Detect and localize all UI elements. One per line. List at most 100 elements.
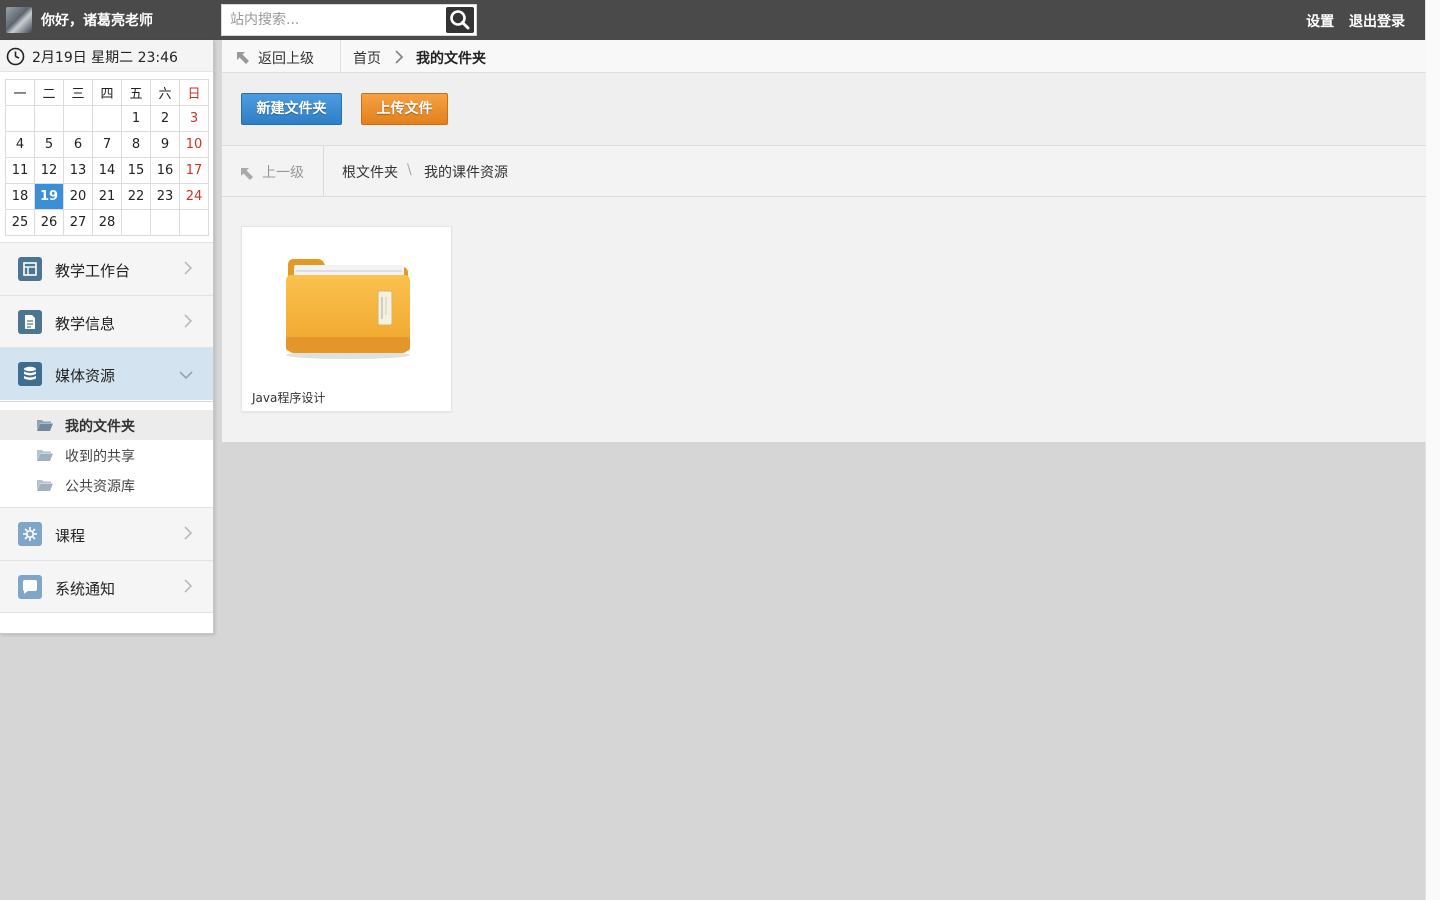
chevron-right-icon (184, 579, 193, 593)
date-text: 2月19日 星期二 23:46 (32, 50, 178, 66)
calendar-day (92, 105, 122, 132)
submenu-item-my-folders[interactable]: 我的文件夹 (0, 410, 213, 440)
submenu-item-label: 我的文件夹 (65, 419, 135, 435)
calendar-day[interactable]: 6 (63, 131, 93, 158)
chevron-right-icon (184, 314, 193, 328)
sidebar-item-teaching-info[interactable]: 教学信息 (0, 295, 213, 348)
calendar-day[interactable]: 3 (179, 105, 209, 132)
back-button[interactable]: 返回上级 (236, 48, 314, 68)
calendar-weekday: 一 (5, 79, 35, 106)
calendar-day[interactable]: 27 (63, 209, 93, 236)
settings-link[interactable]: 设置 (1306, 14, 1334, 30)
calendar-weekday: 五 (121, 79, 151, 106)
mini-calendar: 一 二 三 四 五 六 日 1 2 3 4 5 6 7 8 9 10 11 12… (5, 79, 209, 236)
calendar-day[interactable]: 10 (179, 131, 209, 158)
calendar-day[interactable]: 26 (34, 209, 64, 236)
divider (340, 40, 341, 72)
calendar-day (179, 209, 209, 236)
new-folder-button[interactable]: 新建文件夹 (241, 93, 342, 125)
date-row: 2月19日 星期二 23:46 (0, 40, 213, 72)
breadcrumb-home-link[interactable]: 首页 (353, 48, 381, 68)
calendar-day[interactable]: 13 (63, 157, 93, 184)
calendar-week-row: 11 12 13 14 15 16 17 (5, 157, 209, 184)
calendar-day[interactable]: 11 (5, 157, 35, 184)
submenu-item-received-shares[interactable]: 收到的共享 (0, 440, 213, 470)
arrow-up-left-icon (237, 52, 249, 64)
calendar-week-row: 25 26 27 28 (5, 209, 209, 236)
back-label: 返回上级 (258, 51, 314, 67)
sidebar-item-label: 教学工作台 (55, 262, 131, 280)
breadcrumb: 返回上级 首页 我的文件夹 (222, 40, 1426, 73)
clock-icon (6, 47, 25, 66)
sidebar-item-teaching-workbench[interactable]: 教学工作台 (0, 242, 213, 295)
calendar-weekday-row: 一 二 三 四 五 六 日 (5, 79, 209, 106)
folder-card[interactable]: Java程序设计 (241, 226, 452, 412)
calendar-day[interactable]: 8 (121, 131, 151, 158)
calendar-day[interactable]: 4 (5, 131, 35, 158)
calendar-day[interactable]: 12 (34, 157, 64, 184)
calendar-day[interactable]: 14 (92, 157, 122, 184)
calendar-day[interactable]: 28 (92, 209, 122, 236)
greeting-text: 你好，诸葛亮老师 (41, 13, 153, 29)
calendar-day[interactable]: 22 (121, 183, 151, 210)
sidebar-item-label: 课程 (55, 527, 86, 545)
calendar-weekday: 二 (34, 79, 64, 106)
search-input[interactable] (222, 5, 444, 35)
folder-open-icon (37, 420, 53, 431)
up-level-button[interactable]: 上一级 (240, 162, 304, 182)
calendar-day[interactable]: 21 (92, 183, 122, 210)
calendar-day[interactable]: 5 (34, 131, 64, 158)
top-bar: 你好，诸葛亮老师 设置 退出登录 (0, 0, 1425, 40)
calendar-week-row: 18 19 20 21 22 23 24 (5, 183, 209, 210)
main-panel: 返回上级 首页 我的文件夹 新建文件夹 上传文件 上一级 根文件夹 \ 我的课件… (221, 40, 1426, 442)
calendar-weekday: 六 (150, 79, 180, 106)
chevron-right-icon (184, 261, 193, 275)
chevron-down-icon (179, 371, 193, 380)
calendar-day[interactable]: 18 (5, 183, 35, 210)
sidebar: 2月19日 星期二 23:46 一 二 三 四 五 六 日 1 2 3 4 5 … (0, 40, 214, 634)
folder-icon (286, 259, 410, 359)
calendar-day[interactable]: 24 (179, 183, 209, 210)
submenu-item-public-library[interactable]: 公共资源库 (0, 470, 213, 500)
calendar-weekday: 三 (63, 79, 93, 106)
calendar-day (121, 209, 151, 236)
calendar-day[interactable]: 20 (63, 183, 93, 210)
calendar-day[interactable]: 1 (121, 105, 151, 132)
logout-link[interactable]: 退出登录 (1349, 14, 1405, 30)
calendar-weekday: 四 (92, 79, 122, 106)
page-scrollbar[interactable] (1425, 0, 1440, 900)
calendar-day[interactable]: 2 (150, 105, 180, 132)
calendar-weekday: 日 (179, 79, 209, 106)
calendar-day[interactable]: 16 (150, 157, 180, 184)
sidebar-item-label: 教学信息 (55, 315, 116, 333)
calendar-day[interactable]: 23 (150, 183, 180, 210)
arrow-up-left-icon (241, 168, 253, 180)
chevron-right-icon (395, 50, 404, 64)
search-button[interactable] (446, 7, 474, 33)
calendar-day (5, 105, 35, 132)
up-level-label: 上一级 (262, 165, 304, 181)
calendar-day[interactable]: 17 (179, 157, 209, 184)
calendar-day[interactable]: 9 (150, 131, 180, 158)
document-icon (18, 310, 42, 334)
sidebar-item-label: 媒体资源 (55, 367, 116, 385)
submenu-item-label: 公共资源库 (65, 479, 135, 495)
file-grid: Java程序设计 (222, 197, 1426, 442)
sidebar-item-media-resources[interactable]: 媒体资源 (0, 347, 213, 400)
calendar-day[interactable]: 7 (92, 131, 122, 158)
upload-file-button[interactable]: 上传文件 (361, 93, 448, 125)
folder-path-bar: 上一级 根文件夹 \ 我的课件资源 (222, 146, 1426, 197)
calendar-day-today[interactable]: 19 (34, 183, 64, 210)
breadcrumb-current: 我的文件夹 (416, 51, 486, 67)
sidebar-item-system-notifications[interactable]: 系统通知 (0, 560, 213, 613)
folder-name: Java程序设计 (252, 391, 326, 405)
chat-bubble-icon (18, 575, 42, 599)
path-root-link[interactable]: 根文件夹 (342, 162, 398, 182)
calendar-day[interactable]: 25 (5, 209, 35, 236)
toolbar: 新建文件夹 上传文件 (222, 73, 1426, 146)
calendar-week-row: 1 2 3 (5, 105, 209, 132)
chevron-right-icon (184, 526, 193, 540)
sidebar-item-courses[interactable]: 课程 (0, 507, 213, 560)
avatar[interactable] (6, 7, 32, 33)
calendar-day[interactable]: 15 (121, 157, 151, 184)
